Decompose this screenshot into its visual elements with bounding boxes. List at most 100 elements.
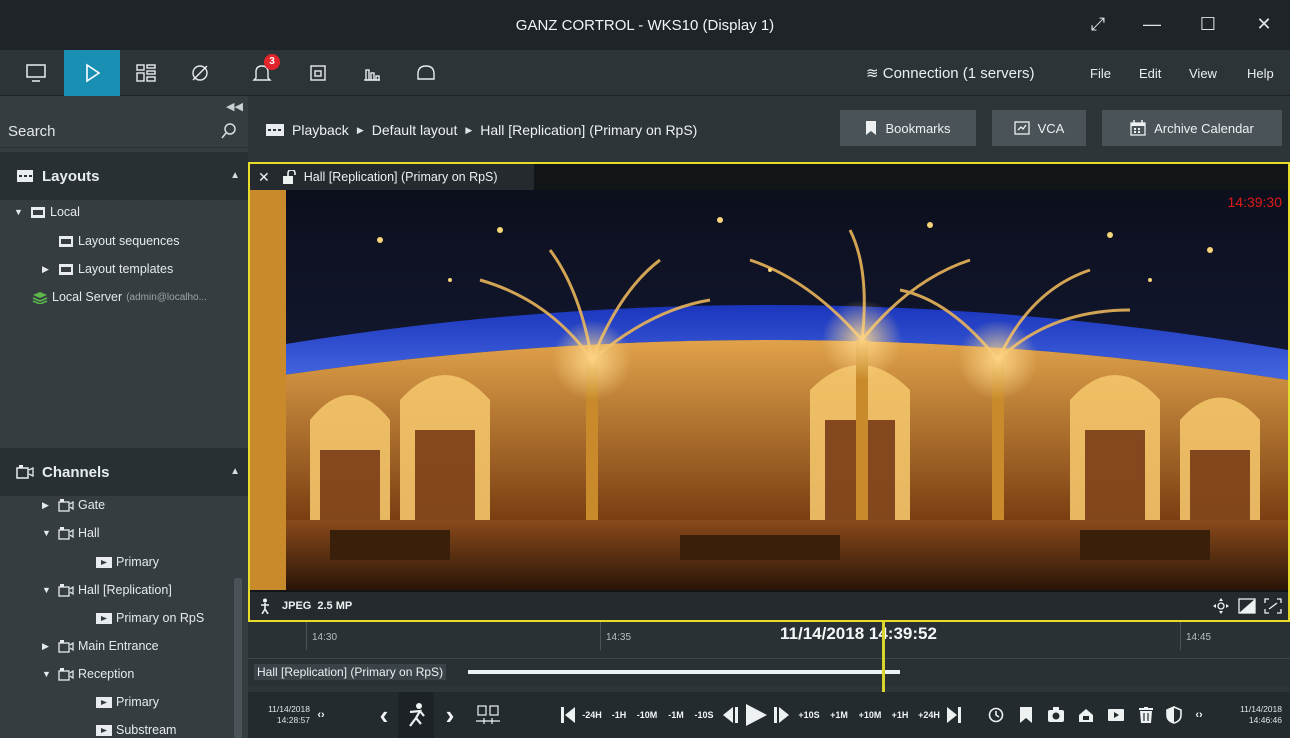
search-icon[interactable] (220, 122, 238, 140)
speed-control-icon[interactable] (474, 692, 502, 738)
step-forward-24h-button[interactable]: +24H (914, 692, 944, 738)
motion-search-icon[interactable] (398, 692, 434, 738)
stream-icon (96, 724, 112, 736)
video-viewport[interactable]: ✕ Hall [Replication] (Primary on RpS) 14… (248, 162, 1290, 622)
monitor-icon[interactable] (8, 50, 64, 96)
step-back-1m-button[interactable]: -1M (664, 692, 688, 738)
vca-icon[interactable] (172, 50, 228, 96)
menu-file[interactable]: File (1090, 66, 1111, 81)
motion-person-icon (261, 598, 269, 614)
close-video-icon[interactable]: ✕ (258, 169, 270, 186)
unlock-icon[interactable] (282, 170, 298, 184)
step-forward-10m-button[interactable]: +10M (854, 692, 886, 738)
collapse-sidebar-icon[interactable]: ◀◀ (226, 100, 243, 113)
breadcrumb-default-layout[interactable]: Default layout (372, 122, 458, 138)
statistics-icon[interactable] (344, 50, 400, 96)
go-to-start-icon[interactable] (560, 692, 576, 738)
add-bookmark-icon[interactable] (1014, 692, 1038, 738)
step-back-1h-button[interactable]: -1H (608, 692, 630, 738)
tree-item-hall-primary[interactable]: Primary (96, 555, 159, 569)
restore-icon[interactable]: ⤢ (1086, 14, 1110, 36)
maximize-icon[interactable]: ☐ (1196, 14, 1220, 36)
range-adjust-right-icon[interactable]: ‹› (1192, 692, 1206, 738)
frame-back-icon[interactable] (720, 692, 740, 738)
tree-item-hall[interactable]: ▼ Hall (42, 526, 100, 540)
breadcrumb-playback[interactable]: Playback (292, 122, 349, 138)
minimize-icon[interactable]: — (1140, 14, 1164, 36)
layout-icon (266, 124, 284, 136)
stream-icon (96, 696, 112, 708)
vca-button[interactable]: VCA (992, 110, 1086, 146)
tree-item-layout-sequences[interactable]: Layout sequences (58, 234, 179, 248)
step-back-24h-button[interactable]: -24H (578, 692, 606, 738)
expand-caret-icon[interactable]: ▶ (42, 264, 52, 275)
export-archive-icon[interactable] (1074, 692, 1098, 738)
step-forward-1h-button[interactable]: +1H (888, 692, 912, 738)
sidebar-scrollbar[interactable] (234, 578, 242, 738)
tick-label: 14:45 (1186, 632, 1212, 643)
camera-channel-icon (58, 639, 74, 653)
expand-caret-icon[interactable]: ▶ (42, 500, 52, 511)
breadcrumb-channel[interactable]: Hall [Replication] (Primary on RpS) (480, 122, 697, 138)
search-input[interactable] (8, 120, 213, 142)
next-event-icon[interactable]: › (438, 692, 462, 738)
tree-item-reception[interactable]: ▼ Reception (42, 667, 134, 681)
frame-forward-icon[interactable] (772, 692, 792, 738)
video-footer: JPEG 2.5 MP (250, 592, 1288, 620)
step-forward-1m-button[interactable]: +1M (826, 692, 852, 738)
tree-item-local[interactable]: ▼ Local (14, 205, 80, 219)
step-back-10m-button[interactable]: -10M (632, 692, 662, 738)
video-export-icon[interactable] (1104, 692, 1128, 738)
delete-trash-icon[interactable] (1134, 692, 1158, 738)
image-adjust-icon[interactable] (1238, 598, 1256, 614)
channels-section-header[interactable]: Channels ▲ (0, 448, 248, 496)
previous-event-icon[interactable]: ‹ (372, 692, 396, 738)
menu-edit[interactable]: Edit (1139, 66, 1161, 81)
playback-icon[interactable] (64, 50, 120, 96)
step-forward-10s-button[interactable]: +10S (794, 692, 824, 738)
tree-item-gate[interactable]: ▶ Gate (42, 498, 105, 512)
expand-caret-icon[interactable]: ▼ (14, 207, 24, 217)
archive-icon[interactable] (290, 50, 346, 96)
chat-icon[interactable] (398, 50, 454, 96)
play-icon[interactable] (742, 692, 770, 738)
go-to-time-icon[interactable] (984, 692, 1008, 738)
go-to-end-icon[interactable] (946, 692, 962, 738)
tree-item-main-entrance[interactable]: ▶ Main Entrance (42, 639, 159, 653)
stream-icon (96, 556, 112, 568)
main-area: Playback ▶ Default layout ▶ Hall [Replic… (248, 96, 1290, 738)
close-icon[interactable]: ✕ (1252, 14, 1276, 36)
menu-view[interactable]: View (1189, 66, 1217, 81)
tree-item-reception-primary[interactable]: Primary (96, 695, 159, 709)
menu-help[interactable]: Help (1247, 66, 1274, 81)
tree-item-hall-replication[interactable]: ▼ Hall [Replication] (42, 583, 172, 597)
step-back-10s-button[interactable]: -10S (690, 692, 718, 738)
ptz-icon[interactable] (1212, 598, 1230, 614)
timeline-cursor[interactable] (882, 622, 885, 694)
tree-item-layout-templates[interactable]: ▶ Layout templates (42, 262, 173, 276)
expand-caret-icon[interactable]: ▼ (42, 528, 52, 538)
expand-caret-icon[interactable]: ▶ (42, 641, 52, 652)
alarm-bell-icon[interactable]: 3 (234, 50, 290, 96)
expand-caret-icon[interactable]: ▼ (42, 669, 52, 679)
connection-status[interactable]: ≋ Connection (1 servers) (866, 64, 1034, 82)
layout-grid-icon[interactable] (118, 50, 174, 96)
range-adjust-left-icon[interactable]: ‹› (314, 692, 328, 738)
snapshot-camera-icon[interactable] (1044, 692, 1068, 738)
bookmarks-button[interactable]: Bookmarks (840, 110, 976, 146)
protect-shield-icon[interactable] (1162, 692, 1186, 738)
layouts-section-header[interactable]: Layouts ▲ (0, 152, 248, 200)
recording-track[interactable] (468, 670, 900, 674)
tree-item-primary-on-rps[interactable]: Primary on RpS (96, 611, 204, 625)
expand-caret-icon[interactable]: ▼ (42, 585, 52, 595)
timeline[interactable]: 14:30 14:35 14:45 11/14/2018 14:39:52 Ha… (248, 622, 1290, 694)
collapse-arrow-icon[interactable]: ▲ (230, 466, 240, 477)
tree-item-local-server[interactable]: Local Server (admin@localho... (32, 290, 207, 304)
tree-item-reception-substream[interactable]: Substream (96, 723, 176, 737)
archive-calendar-button[interactable]: Archive Calendar (1102, 110, 1282, 146)
tick-label: 14:35 (606, 632, 632, 643)
fullscreen-icon[interactable] (1264, 598, 1282, 614)
tick-label: 14:30 (312, 632, 338, 643)
layout-template-icon (59, 263, 73, 275)
collapse-arrow-icon[interactable]: ▲ (230, 170, 240, 181)
